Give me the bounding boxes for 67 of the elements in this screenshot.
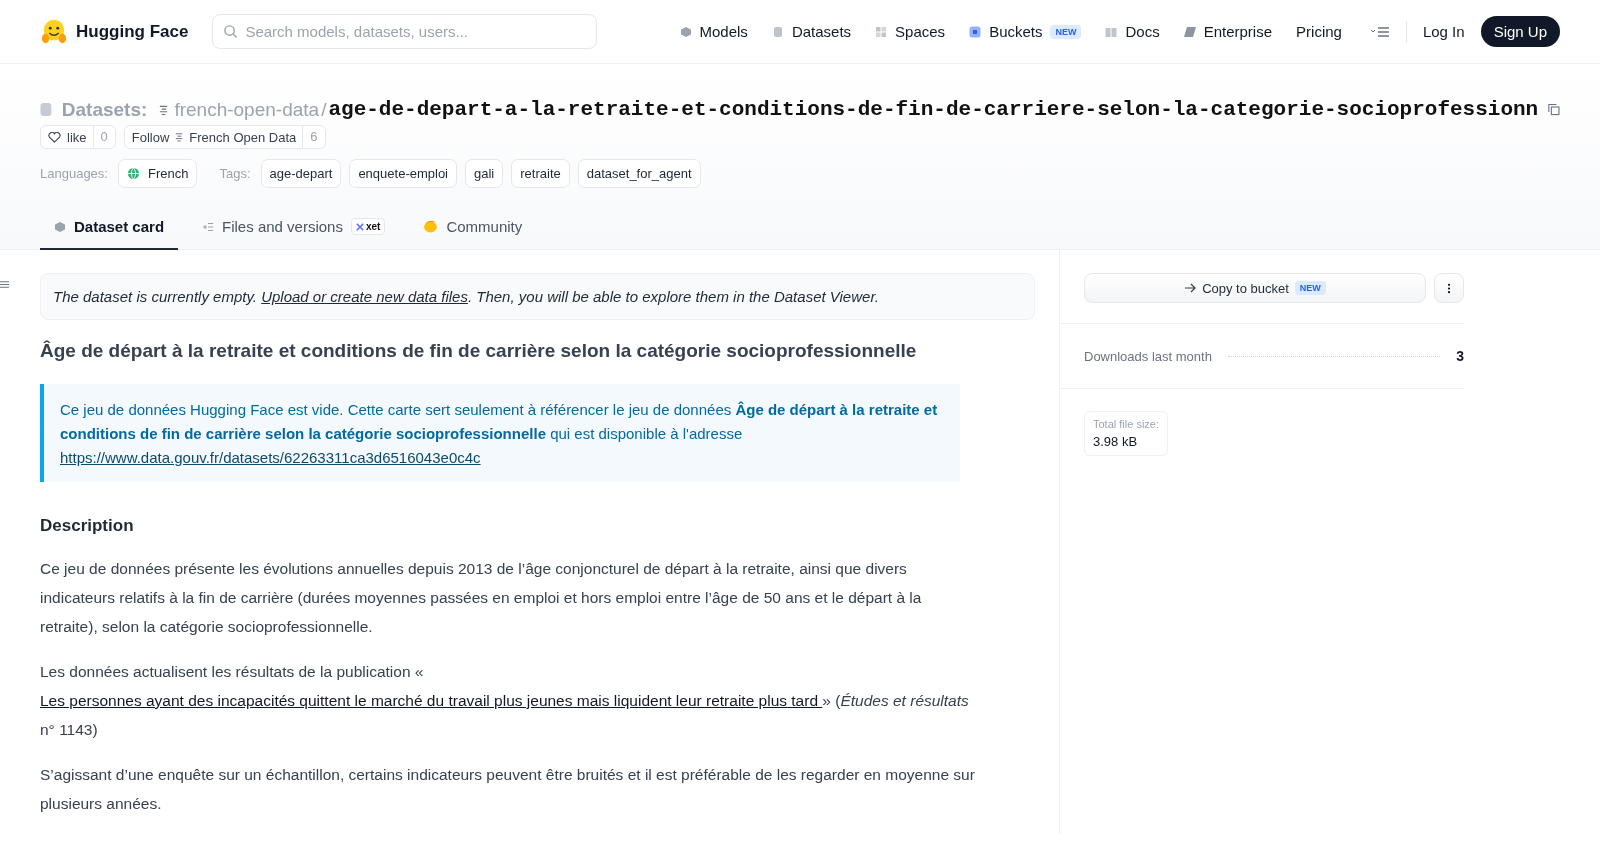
search-field[interactable]: Search models, datasets, users... (212, 14, 598, 49)
database-icon (40, 102, 52, 117)
enterprise-icon (1183, 25, 1196, 38)
org-icon (159, 103, 169, 116)
downloads-count: 3 (1456, 348, 1464, 364)
tag[interactable]: dataset_for_agent (577, 159, 701, 188)
source-link[interactable]: https://www.data.gouv.fr/datasets/62263311ca3d6516043e0c4c (60, 449, 481, 466)
callout-text: Ce jeu de données Hugging Face est vide. Cette carte sert seulement à référencer le jeu de données Âge de départ à la retraite et conditions de fin de carrière selon la catégorie socioprofessionnelle qui est disponible à l'adresse (60, 400, 939, 444)
nav-link[interactable]: Enterprise (1183, 23, 1273, 40)
paragraph: Les données actualisent les résultats de la publication « Les personnes ayant des incapacités quittent le marché du travail plus jeunes mais liquident leur retraite plus tard » (Études et résultats n° 1143) (40, 662, 970, 740)
cube-icon (54, 220, 66, 233)
heart-icon (48, 131, 61, 143)
smiley-logo-icon (40, 17, 68, 46)
paragraph: S’agissant d’une enquête sur un échantillon, certains indicateurs peuvent être bruités et il est préférable de les regarder en moyenne sur plusieurs années. (40, 765, 975, 814)
arrow-right-icon (1184, 283, 1197, 293)
org-icon (175, 132, 184, 142)
copy-to-bucket-button[interactable]: Copy to bucket NEW (1084, 273, 1426, 303)
empty-notice: The dataset is currently empty. Upload or create new data files. Then, you will be able to explore them in the Dataset Viewer. (40, 273, 1035, 320)
tag[interactable]: enquete-emploi (349, 159, 457, 188)
tab[interactable]: Community (409, 206, 537, 250)
globe-icon (126, 167, 140, 180)
nav-link[interactable]: Spaces (875, 23, 946, 40)
nav-link[interactable]: Datasets (771, 23, 852, 40)
like-count: 0 (92, 126, 115, 148)
files-icon (202, 220, 215, 233)
cube-icon (679, 25, 692, 38)
book-icon (1105, 25, 1118, 38)
new-badge: NEW (1294, 281, 1326, 295)
path-separator: / (321, 98, 327, 121)
grid-icon (875, 25, 888, 38)
login-link[interactable]: Log In (1422, 23, 1465, 40)
tag[interactable]: retraite (511, 159, 570, 188)
tags-label: Tags: (219, 166, 251, 181)
tab[interactable]: Dataset card (40, 206, 179, 250)
kebab-icon (1447, 282, 1451, 294)
square-icon (969, 25, 982, 38)
section-heading: Description (40, 516, 135, 536)
tag[interactable]: gali (465, 159, 504, 188)
database-icon (771, 25, 784, 38)
nav-link[interactable]: Models (679, 23, 748, 40)
outline-icon[interactable] (0, 280, 9, 289)
new-badge: NEW (1050, 24, 1082, 39)
downloads-label: Downloads last month (1084, 348, 1212, 364)
follower-count: 6 (302, 126, 325, 148)
nav-link[interactable]: Docs (1105, 23, 1160, 40)
upload-link[interactable]: Upload or create new data files (261, 288, 468, 305)
publication-link[interactable]: Les personnes ayant des incapacités quittent le marché du travail plus jeunes mais liquident leur retraite plus tard (40, 692, 823, 709)
repo-name: age-de-depart-a-la-retraite-et-conditions-de-fin-de-carriere-selon-la-categorie-socioprofessionn (328, 98, 1539, 121)
dataset-title: Âge de départ à la retraite et conditions de fin de carrière selon la catégorie socioprofessionnelle (40, 340, 918, 362)
nav-link[interactable]: Pricing (1296, 23, 1342, 40)
more-menu-icon[interactable] (1369, 25, 1390, 38)
signup-button[interactable]: Sign Up (1480, 16, 1560, 47)
copy-icon[interactable] (1548, 103, 1560, 116)
search-icon (223, 24, 239, 39)
language-tag[interactable]: French (117, 159, 198, 188)
logo-text[interactable]: Hugging Face (76, 21, 189, 42)
follow-button[interactable]: Follow French Open Data 6 (123, 125, 326, 149)
tag[interactable]: age-depart (260, 159, 342, 188)
nav-link[interactable]: Buckets NEW (969, 23, 1082, 40)
languages-label: Languages: (40, 166, 108, 181)
cross-icon (355, 222, 364, 231)
like-button[interactable]: like 0 (40, 125, 116, 149)
file-size-value: 3.98 kB (1093, 434, 1139, 449)
file-size-label: Total file size: (1093, 418, 1160, 430)
tab[interactable]: Files and versions xet (188, 206, 400, 250)
paragraph: Ce jeu de données présente les évolutions annuelles depuis 2013 de l’âge conjoncturel de départ à la retraite, ainsi que divers indicateurs relatifs à la fin de carrière (durées moyennes passées en emploi et hors emploi entre l’âge de 50 ans et le départ à la retraite), selon la catégorie socioprofessionnelle. (40, 559, 923, 637)
xet-badge: xet (350, 218, 386, 235)
